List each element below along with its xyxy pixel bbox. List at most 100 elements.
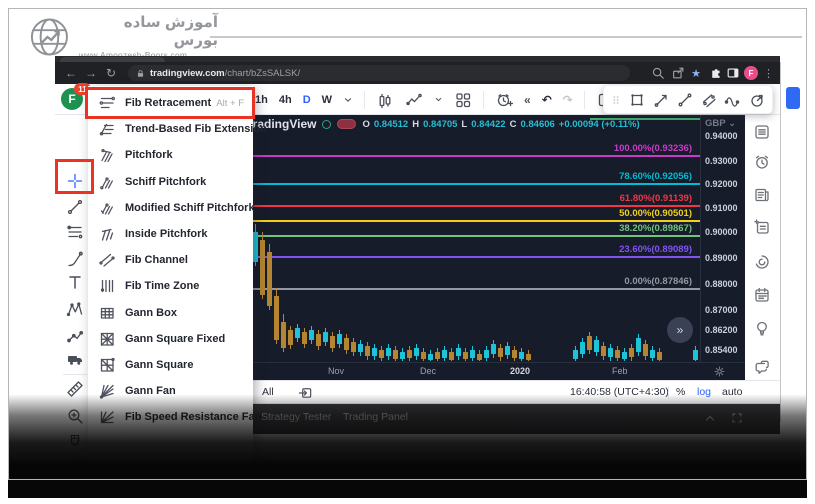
fib-level-line-3[interactable] — [253, 220, 700, 222]
fib-level-line-1[interactable] — [253, 183, 700, 185]
menu-item-pitchfork[interactable]: Pitchfork — [88, 142, 253, 168]
kebab-menu-icon[interactable]: ⋮ — [763, 62, 774, 84]
public-chat-icon[interactable] — [752, 358, 772, 378]
forward-icon[interactable]: → — [81, 66, 101, 80]
menu-item-gann-square-fixed[interactable]: Gann Square Fixed — [88, 326, 253, 352]
timeframe-1h[interactable]: 1h — [255, 94, 268, 106]
goto-date-icon[interactable] — [298, 385, 313, 400]
magnet-tool-icon[interactable] — [65, 432, 85, 452]
expand-panel-icon[interactable] — [730, 411, 744, 425]
curves-icon[interactable] — [724, 91, 742, 109]
candle-body — [414, 348, 419, 356]
chevron-up-icon[interactable] — [703, 411, 717, 425]
xabcd-tool-icon[interactable] — [65, 299, 85, 319]
back-icon[interactable]: ← — [61, 66, 81, 80]
redo-icon[interactable]: ↷ — [563, 93, 573, 107]
zoom-magnifier-icon[interactable] — [651, 62, 665, 84]
calendar-icon[interactable] — [752, 285, 772, 305]
zoom-in-tool-icon[interactable] — [65, 406, 85, 426]
toolbar-separator — [584, 91, 585, 109]
trend-line-tool-icon[interactable] — [65, 197, 85, 217]
scroll-right-button[interactable]: » — [667, 317, 693, 343]
share-icon[interactable] — [671, 62, 685, 84]
chart-plot[interactable]: 100.00%(0.93236)78.60%(0.92056)61.80%(0.… — [253, 115, 700, 362]
chevron-down-icon[interactable]: ⌄ — [728, 118, 736, 129]
menu-item-modified-schiff-pitchfork[interactable]: Modified Schiff Pitchfork — [88, 195, 253, 221]
brush-tool-icon[interactable] — [65, 249, 85, 269]
fib-level-line-5[interactable] — [253, 256, 700, 258]
menu-item-fib-retracement[interactable]: Fib RetracementAlt + F — [88, 90, 253, 116]
time-tick: Dec — [420, 366, 436, 376]
candle-body — [253, 232, 258, 262]
lock-drawings-tool-icon[interactable] — [65, 459, 85, 479]
menu-item-fib-speed-resistance-fan[interactable]: Fib Speed Resistance Fan — [88, 404, 253, 430]
measure-ruler-tool-icon[interactable] — [65, 379, 85, 399]
avatar[interactable]: F — [744, 62, 758, 84]
chart-pane[interactable]: 100.00%(0.93236)78.60%(0.92056)61.80%(0.… — [253, 115, 745, 362]
undo-icon[interactable]: ↶ — [542, 93, 552, 107]
percent-scale-button[interactable]: % — [676, 386, 685, 398]
fib-level-line-6[interactable] — [253, 288, 700, 290]
menu-item-gann-box[interactable]: Gann Box — [88, 300, 253, 326]
replay-icon[interactable]: « — [524, 93, 531, 107]
fib-level-line-0[interactable] — [253, 155, 700, 157]
alerts-clock-icon[interactable] — [752, 152, 772, 172]
auto-scale-button[interactable]: auto — [722, 386, 742, 398]
candles-style-icon[interactable] — [376, 91, 394, 109]
prediction-tool-icon[interactable] — [65, 326, 85, 346]
parallel-channel-icon[interactable] — [700, 91, 718, 109]
log-scale-button[interactable]: log — [697, 386, 711, 398]
chevron-down-icon[interactable] — [343, 95, 353, 105]
clock-text[interactable]: 16:40:58 (UTC+4:30) — [570, 386, 669, 398]
url-bar[interactable]: tradingview.com/chart/bZsSALSK/ — [128, 65, 630, 81]
fib-level-line-2[interactable] — [253, 205, 700, 207]
menu-item-gann-square[interactable]: Gann Square — [88, 352, 253, 378]
tab-strategy-tester[interactable]: Strategy Tester — [261, 411, 331, 423]
menu-item-schiff-pitchfork[interactable]: Schiff Pitchfork — [88, 169, 253, 195]
crosshair-icon[interactable] — [65, 171, 85, 191]
time-tick: Feb — [612, 366, 628, 376]
source-toggle-dot-icon[interactable] — [322, 120, 331, 129]
gann-box-icon — [98, 304, 116, 322]
timeframe-d[interactable]: D — [303, 94, 311, 106]
menu-item-trend-based-fib-extension[interactable]: Trend-Based Fib Extension — [88, 116, 253, 142]
bookmark-star-icon[interactable]: ★ — [690, 62, 702, 84]
fib-level-line-4[interactable] — [253, 235, 700, 237]
trend-line-icon[interactable] — [676, 91, 694, 109]
tab-trading-panel[interactable]: Trading Panel — [343, 411, 408, 423]
publish-button-sliver[interactable] — [786, 87, 800, 109]
fib-retracement-tool-icon[interactable] — [65, 222, 85, 242]
layout-grid-icon[interactable] — [454, 91, 472, 109]
menu-item-inside-pitchfork[interactable]: Inside Pitchfork — [88, 221, 253, 247]
price-axis-currency[interactable]: GBP ⌄ — [705, 118, 736, 129]
arrow-line-icon[interactable] — [652, 91, 670, 109]
text-tool-icon[interactable] — [65, 272, 85, 292]
indicators-icon[interactable] — [405, 91, 423, 109]
candle-body — [386, 348, 391, 356]
news-icon[interactable] — [752, 185, 772, 205]
gear-icon[interactable] — [713, 365, 726, 378]
ellipse-arrow-icon[interactable] — [748, 91, 766, 109]
menu-item-fib-time-zone[interactable]: Fib Time Zone — [88, 273, 253, 299]
candle-body — [442, 350, 447, 358]
selection-rect-icon[interactable] — [628, 91, 646, 109]
alert-plus-icon[interactable] — [495, 91, 513, 109]
chevron-down-icon[interactable] — [434, 95, 443, 104]
icons-tool-icon[interactable] — [65, 349, 85, 369]
reload-icon[interactable]: ↻ — [101, 66, 121, 80]
menu-item-gann-fan[interactable]: Gann Fan — [88, 378, 253, 404]
timeframe-4h[interactable]: 4h — [279, 94, 292, 106]
range-all-button[interactable]: All — [262, 386, 274, 398]
sidebar-toggle-icon[interactable] — [726, 62, 740, 84]
hotlist-icon[interactable] — [752, 252, 772, 272]
timeframe-w[interactable]: W — [322, 94, 332, 106]
ideas-bulb-icon[interactable] — [752, 318, 772, 338]
watchlist-icon[interactable] — [752, 122, 772, 142]
menu-item-fib-channel[interactable]: Fib Channel — [88, 247, 253, 273]
text-notes-icon[interactable] — [752, 217, 772, 237]
source-toggle-pill-icon[interactable] — [337, 119, 356, 129]
time-axis[interactable]: NovDec2020Feb — [253, 362, 745, 380]
watermark-title: آموزش ساده بورس — [79, 14, 218, 50]
candle-body — [316, 334, 321, 346]
extensions-puzzle-icon[interactable] — [709, 62, 722, 84]
